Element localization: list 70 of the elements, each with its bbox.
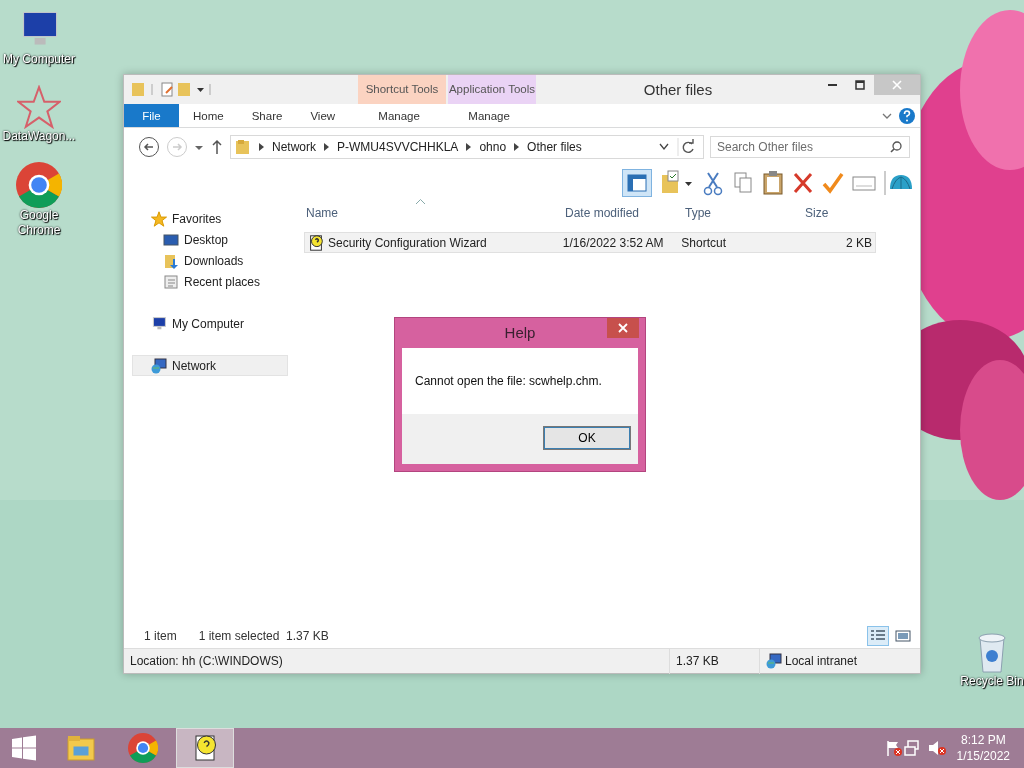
network-icon (151, 357, 167, 374)
selection-info: 1 item selected 1.37 KB (198, 627, 329, 645)
folder-icon (66, 733, 96, 763)
breadcrumb-link[interactable]: Network (272, 138, 316, 156)
security-zone-text: Local intranet (785, 653, 858, 670)
action-center-icon[interactable] (884, 739, 903, 757)
dialog-message: Cannot open the file: scwhelp.chm. (402, 348, 638, 414)
tiles-icon (895, 628, 911, 643)
context-tab-group-label: Shortcut Tools (358, 75, 446, 104)
preview-pane-button[interactable] (622, 169, 652, 197)
taskbar-app-button[interactable] (176, 728, 234, 768)
breadcrumb-link[interactable]: Other files (527, 138, 582, 156)
close-icon (892, 80, 902, 90)
chevron-icon (324, 143, 329, 151)
details-view-button[interactable] (867, 625, 889, 646)
context-tab-group-label: Application Tools (448, 75, 536, 104)
windows-logo-icon (11, 735, 37, 761)
file-menu-tab[interactable]: File (124, 104, 179, 127)
address-bar[interactable]: Network P-WMU4SVVCHHKLA ohno Other files (230, 135, 704, 159)
maximize-icon (855, 80, 865, 90)
breadcrumb-link[interactable]: P-WMU4SVVCHHKLA (337, 138, 459, 156)
computer-icon (151, 315, 167, 332)
minimize-icon (827, 84, 837, 86)
star-icon (17, 85, 61, 129)
nav-item[interactable]: Downloads (132, 250, 288, 271)
star-icon (151, 210, 167, 227)
downloads-icon (163, 252, 179, 269)
column-header[interactable]: Size (805, 204, 881, 222)
ribbon-tab[interactable]: Manage (445, 104, 534, 127)
chrome-icon (128, 733, 158, 763)
network-icon (766, 653, 782, 669)
ribbon-tab[interactable]: Manage (355, 104, 444, 127)
item-count: 1 item (144, 627, 177, 645)
chevron-icon (259, 143, 264, 151)
search-field[interactable]: Search Other files (710, 136, 910, 158)
chevron-icon (466, 143, 472, 151)
close-icon (618, 323, 628, 333)
nav-item[interactable]: My Computer (132, 313, 288, 334)
column-header[interactable]: Name (304, 204, 565, 222)
breadcrumb-link[interactable]: ohno (479, 138, 507, 156)
search-icon (890, 141, 902, 153)
desktop-icon (163, 231, 179, 248)
file-row[interactable]: Security Configuration Wizard 1/16/2022 3:52 AM Shortcut 2 KB (304, 232, 876, 253)
column-header[interactable]: Date modified (565, 204, 685, 222)
file-size-text: 1.37 KB (676, 653, 719, 668)
dialog-title: Help (503, 322, 537, 343)
help-file-icon (307, 233, 325, 252)
chrome-icon (16, 162, 62, 208)
nav-item[interactable]: Desktop (132, 229, 288, 250)
ribbon-tab[interactable]: Share (237, 104, 297, 127)
ribbon-tab[interactable]: View (296, 104, 350, 127)
details-icon (870, 628, 886, 643)
folder-icon (235, 139, 251, 155)
window-title: Other files (642, 80, 714, 100)
shell-icon[interactable] (884, 169, 914, 197)
paste-icon[interactable] (762, 169, 784, 197)
close-button[interactable] (607, 318, 639, 338)
recent-places-icon (163, 273, 179, 290)
nav-item[interactable]: Recent places (132, 271, 288, 292)
column-header[interactable]: Type (685, 204, 805, 222)
nav-item[interactable]: Network (132, 355, 288, 376)
chevron-icon (514, 143, 520, 151)
nav-item[interactable]: Favorites (132, 208, 288, 229)
ribbon-tab[interactable]: Home (179, 104, 238, 127)
back-button[interactable] (138, 136, 160, 158)
dropdown-icon[interactable] (659, 143, 669, 151)
clock[interactable]: 8:12 PM 1/15/2022 (948, 732, 1024, 764)
volume-muted-icon[interactable] (926, 739, 949, 757)
ok-button[interactable]: OK (543, 426, 631, 450)
location-text: Location: hh (C:\WINDOWS) (130, 654, 283, 668)
